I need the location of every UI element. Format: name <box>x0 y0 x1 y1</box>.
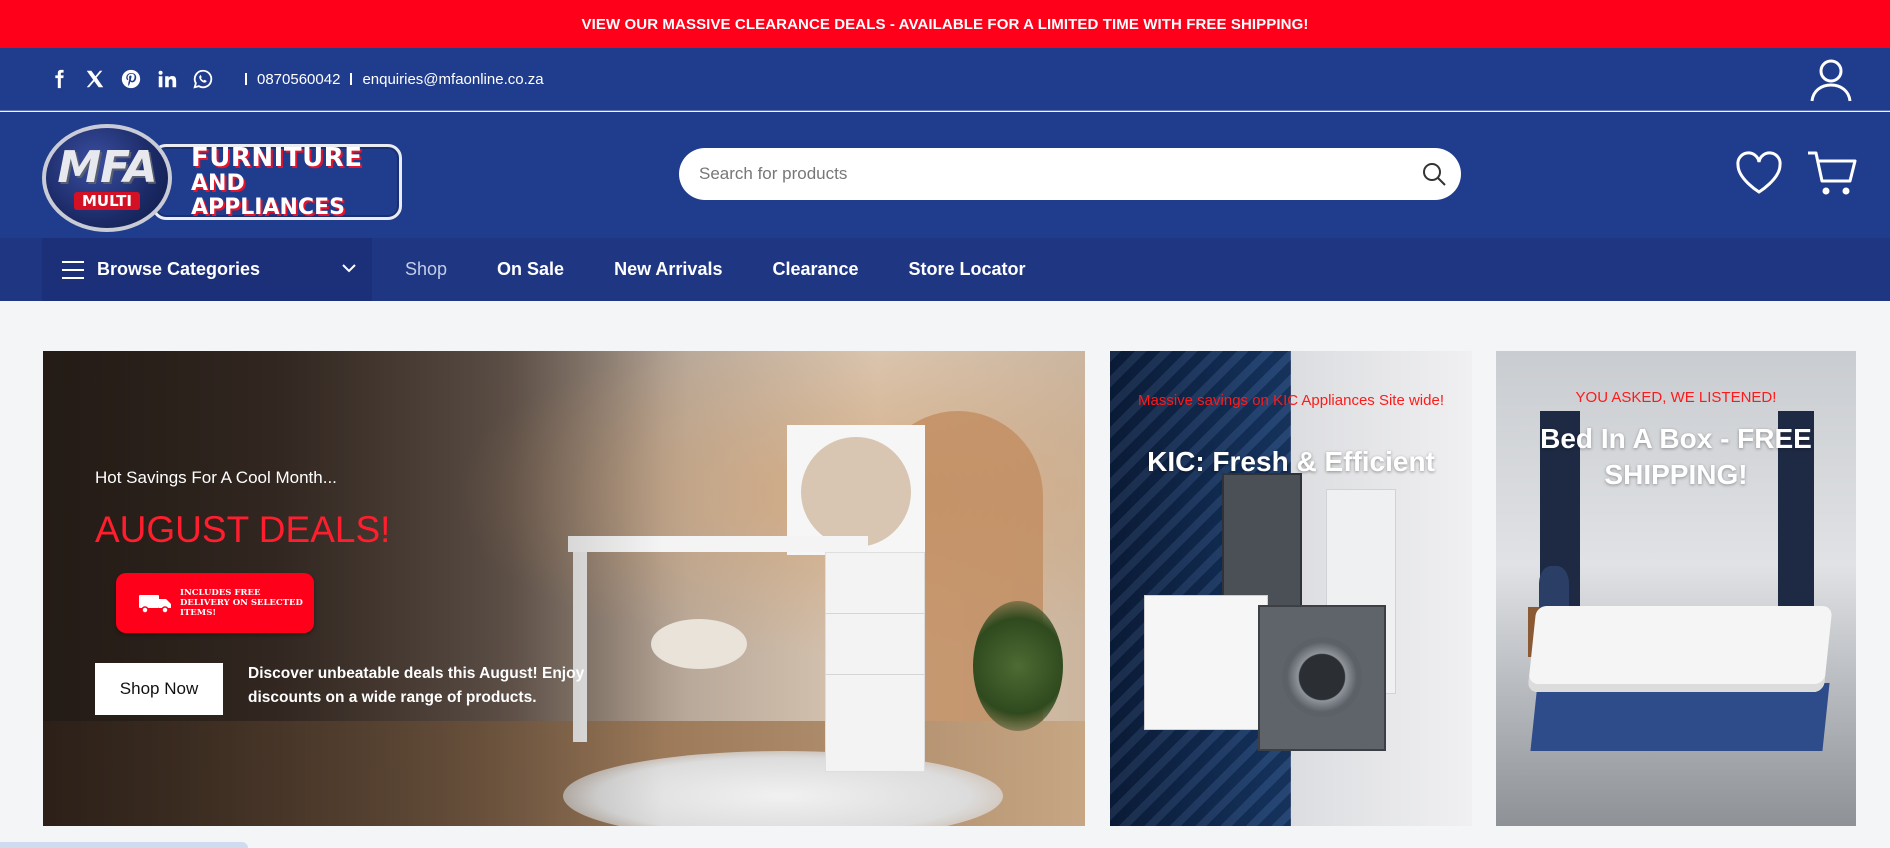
delivery-truck-icon <box>139 595 171 614</box>
x-icon[interactable] <box>83 67 107 91</box>
promo-bed-title: Bed In A Box - FREE SHIPPING! <box>1540 423 1812 490</box>
wishlist-heart-icon[interactable] <box>1734 148 1784 198</box>
hero-headline: AUGUST DEALS! <box>95 509 391 550</box>
free-delivery-badge: INCLUDES FREE DELIVERY ON SELECTED ITEMS… <box>116 573 314 633</box>
hero-photo-mirror <box>801 437 911 547</box>
promo-kic-washing-machine <box>1258 605 1386 751</box>
contact-info: 0870560042 enquiries@mfaonline.co.za <box>245 71 544 88</box>
nav-link-clearance[interactable]: Clearance <box>772 259 858 280</box>
logo-mark: MFA <box>57 142 157 193</box>
promo-bed-mattress <box>1527 606 1833 692</box>
hero-description: Discover unbeatable deals this August! E… <box>248 665 585 706</box>
hero-kicker: Hot Savings For A Cool Month... <box>95 468 337 487</box>
nav-link-store-locator[interactable]: Store Locator <box>909 259 1026 280</box>
search-icon[interactable] <box>1421 161 1447 187</box>
main-navigation: Browse Categories Shop On Sale New Arriv… <box>0 238 1890 301</box>
promo-banner-bed-in-a-box[interactable]: YOU ASKED, WE LISTENED! Bed In A Box - F… <box>1496 351 1856 826</box>
logo-emblem: MFA MULTI <box>42 124 172 232</box>
logo-wordmark: FURNITURE AND APPLIANCES <box>152 144 402 220</box>
main-header: FURNITURE AND APPLIANCES MFA MULTI <box>0 112 1890 238</box>
nav-link-new-arrivals[interactable]: New Arrivals <box>614 259 722 280</box>
account-icon[interactable] <box>1807 56 1855 104</box>
whatsapp-icon[interactable] <box>191 67 215 91</box>
pinterest-icon[interactable] <box>119 67 143 91</box>
phone-number[interactable]: 0870560042 <box>257 71 340 88</box>
promo-bed-lamp <box>1539 566 1569 610</box>
hero-photo-plant <box>973 601 1063 731</box>
browse-categories-label: Browse Categories <box>97 259 261 279</box>
hamburger-icon <box>62 260 84 279</box>
site-logo[interactable]: FURNITURE AND APPLIANCES MFA MULTI <box>42 120 404 232</box>
promo-bed-base <box>1530 683 1830 751</box>
promo-bed-kicker: YOU ASKED, WE LISTENED! <box>1575 389 1777 406</box>
social-links <box>47 67 215 91</box>
top-bar: 0870560042 enquiries@mfaonline.co.za <box>0 48 1890 111</box>
facebook-icon[interactable] <box>47 67 71 91</box>
browse-categories-button[interactable]: Browse Categories <box>42 238 372 301</box>
nav-link-on-sale[interactable]: On Sale <box>497 259 564 280</box>
search-bar <box>679 148 1461 200</box>
promo-kic-kicker: Massive savings on KIC Appliances Site w… <box>1138 392 1444 409</box>
nav-link-shop[interactable]: Shop <box>405 259 447 280</box>
linkedin-icon[interactable] <box>155 67 179 91</box>
hero-photo-drawers <box>825 552 925 772</box>
divider <box>350 73 353 85</box>
email-address[interactable]: enquiries@mfaonline.co.za <box>362 71 543 88</box>
hero-photo-stool <box>651 619 747 669</box>
logo-text-furniture: FURNITURE <box>191 143 363 173</box>
free-delivery-text: INCLUDES FREE DELIVERY ON SELECTED ITEMS… <box>180 588 303 618</box>
announcement-text[interactable]: VIEW OUR MASSIVE CLEARANCE DEALS - AVAIL… <box>582 16 1309 33</box>
chevron-down-icon <box>342 264 356 273</box>
shop-now-button[interactable]: Shop Now <box>95 663 223 715</box>
cart-icon[interactable] <box>1806 148 1858 198</box>
divider <box>245 73 247 85</box>
nav-links: Shop On Sale New Arrivals Clearance Stor… <box>405 238 1026 301</box>
search-input[interactable] <box>699 164 1379 184</box>
promo-kic-title: KIC: Fresh & Efficient <box>1147 446 1435 477</box>
page-scroll-indicator <box>0 842 248 848</box>
announcement-bar[interactable]: VIEW OUR MASSIVE CLEARANCE DEALS - AVAIL… <box>0 0 1890 48</box>
logo-text-appliances: AND APPLIANCES <box>191 171 345 220</box>
logo-sub: MULTI <box>74 192 140 210</box>
hero-banner-august-deals[interactable]: Hot Savings For A Cool Month... AUGUST D… <box>43 351 1085 826</box>
promo-banner-kic[interactable]: Massive savings on KIC Appliances Site w… <box>1110 351 1472 826</box>
promo-kic-chest-freezer <box>1144 595 1268 730</box>
